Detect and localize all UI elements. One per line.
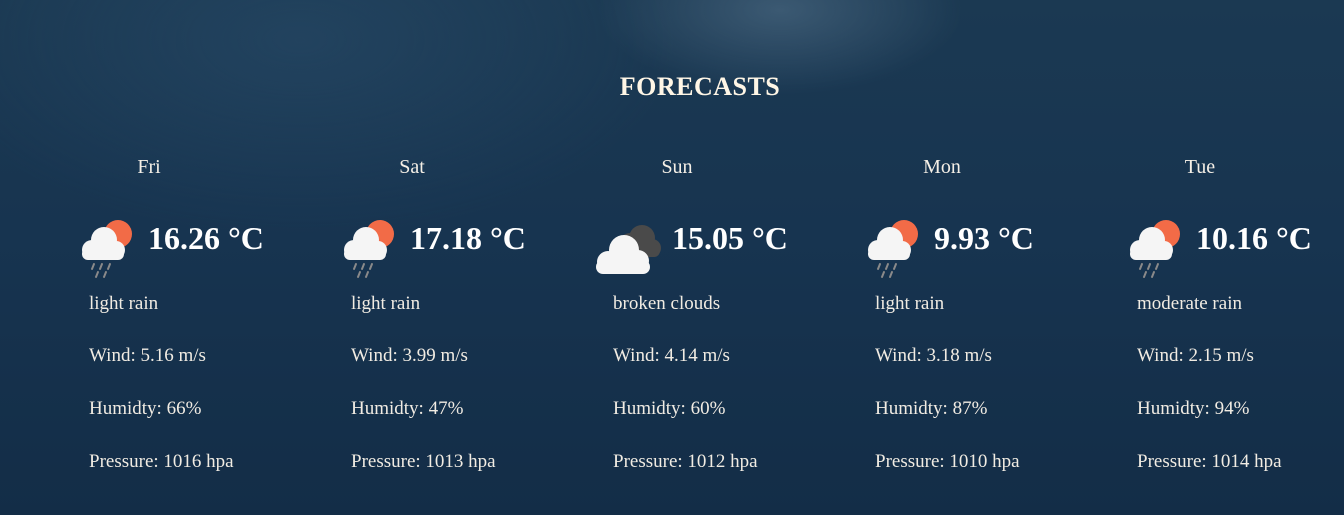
forecast-wind: Wind: 5.16 m/s	[89, 345, 206, 366]
forecast-description: light rain	[89, 293, 159, 314]
forecast-temperature: 17.18 °C	[410, 220, 526, 256]
forecast-pressure: Pressure: 1016 hpa	[89, 451, 234, 472]
forecast-day: Tue	[1184, 156, 1216, 178]
forecast-description: moderate rain	[1137, 293, 1242, 314]
forecast-temperature: 10.16 °C	[1196, 220, 1312, 256]
rain-sun-icon	[866, 214, 928, 284]
forecast-pressure: Pressure: 1013 hpa	[351, 451, 496, 472]
forecast-day: Mon	[923, 156, 961, 178]
forecast-wind: Wind: 3.99 m/s	[351, 345, 468, 366]
forecast-humidity: Humidty: 66%	[89, 398, 202, 419]
forecast-description: broken clouds	[613, 293, 721, 314]
forecast-pressure: Pressure: 1014 hpa	[1137, 451, 1282, 472]
forecast-temperature: 15.05 °C	[672, 220, 788, 256]
forecast-humidity: Humidty: 60%	[613, 398, 726, 419]
forecast-pressure: Pressure: 1010 hpa	[875, 451, 1020, 472]
forecast-temperature: 16.26 °C	[148, 220, 264, 256]
forecast-humidity: Humidty: 47%	[351, 398, 464, 419]
broken-clouds-icon	[594, 214, 664, 284]
forecast-day: Fri	[137, 156, 161, 178]
forecast-pressure: Pressure: 1012 hpa	[613, 451, 758, 472]
page-title: FORECASTS	[619, 72, 781, 101]
forecast-humidity: Humidty: 87%	[875, 398, 988, 419]
rain-sun-icon	[80, 214, 142, 284]
forecast-wind: Wind: 4.14 m/s	[613, 345, 730, 366]
forecast-description: light rain	[351, 293, 421, 314]
forecast-temperature: 9.93 °C	[934, 220, 1034, 256]
rain-sun-icon	[342, 214, 404, 284]
forecast-description: light rain	[875, 293, 945, 314]
forecast-wind: Wind: 3.18 m/s	[875, 345, 992, 366]
forecast-humidity: Humidty: 94%	[1137, 398, 1250, 419]
forecast-wind: Wind: 2.15 m/s	[1137, 345, 1254, 366]
forecast-day: Sat	[399, 156, 425, 178]
forecast-day: Sun	[661, 156, 693, 178]
rain-sun-icon	[1128, 214, 1190, 284]
